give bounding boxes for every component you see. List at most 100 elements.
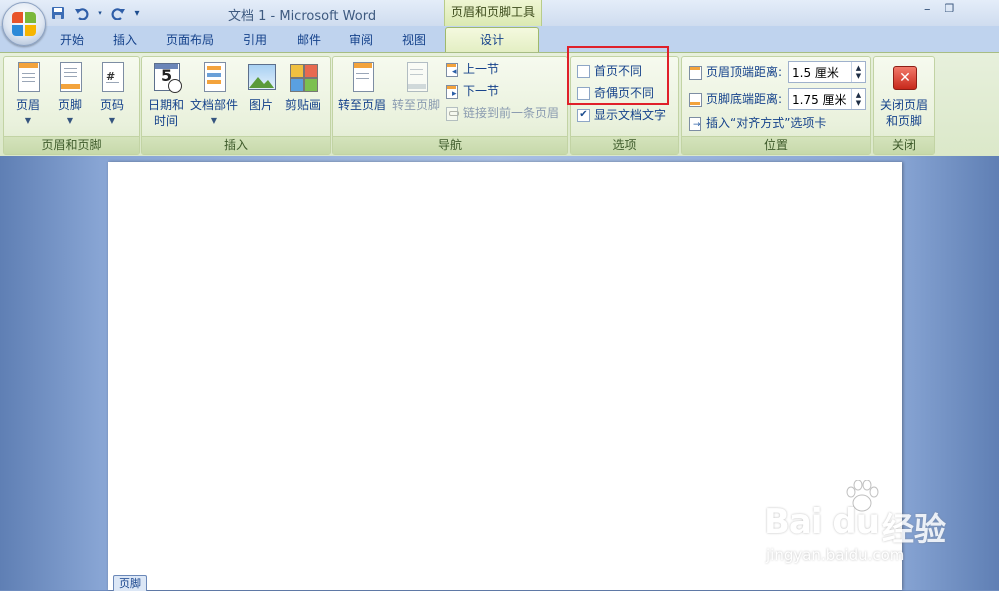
tab-page-layout[interactable]: 页面布局 xyxy=(159,29,221,51)
baidu-watermark: Bai du 经验 jingyan.baidu.com xyxy=(764,480,996,570)
header-button[interactable]: 页眉 ▼ xyxy=(8,61,48,129)
footer-dropdown-icon: ▼ xyxy=(66,116,74,125)
spinner-arrows-icon[interactable]: ▲ ▼ xyxy=(851,89,865,109)
tab-home[interactable]: 开始 xyxy=(51,29,93,51)
close-icon: ✕ xyxy=(889,61,919,93)
page-number-button[interactable]: # 页码 ▼ xyxy=(92,61,132,129)
calendar-clock-icon: 5 xyxy=(151,61,182,93)
footer-from-bottom-spinner[interactable]: 1.75 厘米 ▲ ▼ xyxy=(788,88,866,110)
group-label-options: 选项 xyxy=(571,136,678,154)
picture-icon xyxy=(246,61,276,93)
previous-section-label: 上一节 xyxy=(463,62,500,76)
header-from-top-value[interactable]: 1.5 厘米 xyxy=(792,64,839,81)
insert-alignment-tab-button[interactable]: → 插入“对齐方式”选项卡 xyxy=(688,113,826,133)
date-time-button[interactable]: 5 日期和 时间 xyxy=(144,61,188,129)
picture-button[interactable]: 图片 xyxy=(242,61,280,113)
group-label-header-footer: 页眉和页脚 xyxy=(4,136,139,154)
link-to-previous-label: 链接到前一条页眉 xyxy=(463,106,560,120)
next-section-label: 下一节 xyxy=(463,84,500,98)
footer-from-bottom-label: 页脚底端距离: xyxy=(706,92,783,106)
quick-parts-label: 文档部件 xyxy=(189,98,238,112)
quick-access-toolbar: ▾ ▾ xyxy=(48,3,142,23)
footer-position-icon xyxy=(688,92,702,107)
next-section-icon: ▸ xyxy=(445,84,459,99)
header-from-top-spinner[interactable]: 1.5 厘米 ▲ ▼ xyxy=(788,61,866,83)
watermark-cn: 经验 xyxy=(882,510,947,548)
page-number-label: 页码 xyxy=(99,98,124,112)
page-number-icon: # xyxy=(97,61,127,93)
quick-parts-icon xyxy=(199,61,229,93)
close-header-footer-label-1: 关闭页眉 xyxy=(879,98,928,112)
restore-icon[interactable]: ❐ xyxy=(945,2,955,17)
picture-label: 图片 xyxy=(248,98,273,112)
customize-qat-icon[interactable]: ▾ xyxy=(132,4,142,22)
show-document-text-checkbox[interactable]: ✔ 显示文档文字 xyxy=(577,105,666,125)
previous-section-icon: ◂ xyxy=(445,62,459,77)
footer-position-row: 页脚底端距离: xyxy=(688,89,782,109)
next-section-button[interactable]: ▸ 下一节 xyxy=(445,81,499,101)
goto-footer-icon xyxy=(401,61,431,93)
clip-art-button[interactable]: 剪贴画 xyxy=(280,61,326,113)
show-document-text-label: 显示文档文字 xyxy=(594,108,667,122)
footer-tag: 页脚 xyxy=(113,575,147,591)
ribbon: 页眉 ▼ 页脚 ▼ # 页码 ▼ 页眉和页脚 5 日期和 时间 文档部件 ▼ 图… xyxy=(0,52,999,157)
ribbon-tabs: 开始 插入 页面布局 引用 邮件 审阅 视图 设计 xyxy=(0,26,999,53)
group-navigation: 转至页眉 转至页脚 ◂ 上一节 ▸ 下一节 链接到前一条页眉 导航 xyxy=(332,56,568,155)
redo-icon[interactable] xyxy=(108,4,128,22)
quick-parts-button[interactable]: 文档部件 ▼ xyxy=(188,61,240,129)
tab-design[interactable]: 设计 xyxy=(445,27,539,53)
office-button[interactable] xyxy=(2,2,46,46)
header-label: 页眉 xyxy=(15,98,40,112)
goto-header-button[interactable]: 转至页眉 xyxy=(335,61,389,113)
show-document-text-box[interactable]: ✔ xyxy=(577,108,590,122)
group-label-close: 关闭 xyxy=(874,136,934,154)
group-insert: 5 日期和 时间 文档部件 ▼ 图片 剪贴画 插入 xyxy=(141,56,331,155)
group-label-navigation: 导航 xyxy=(333,136,567,154)
header-icon xyxy=(13,61,43,93)
spinner-arrows-icon[interactable]: ▲ ▼ xyxy=(851,62,865,82)
date-time-label-1: 日期和 xyxy=(147,98,184,112)
watermark-url: jingyan.baidu.com xyxy=(766,546,905,564)
window-controls: – ❐ xyxy=(924,2,954,17)
goto-header-label: 转至页眉 xyxy=(337,98,386,112)
close-header-footer-label-2: 和页脚 xyxy=(885,114,922,128)
undo-dropdown-icon[interactable]: ▾ xyxy=(96,4,104,22)
clip-art-icon xyxy=(288,61,318,93)
link-to-previous-button[interactable]: 链接到前一条页眉 xyxy=(445,103,559,123)
tab-insert[interactable]: 插入 xyxy=(104,29,146,51)
tab-references[interactable]: 引用 xyxy=(234,29,276,51)
tab-view[interactable]: 视图 xyxy=(393,29,435,51)
group-close: ✕ 关闭页眉 和页脚 关闭 xyxy=(873,56,935,155)
goto-header-icon xyxy=(347,61,377,93)
footer-label: 页脚 xyxy=(57,98,82,112)
group-label-position: 位置 xyxy=(682,136,870,154)
minimize-icon[interactable]: – xyxy=(924,2,931,17)
quick-parts-dropdown-icon: ▼ xyxy=(210,116,218,125)
page-number-dropdown-icon: ▼ xyxy=(108,116,116,125)
group-header-footer: 页眉 ▼ 页脚 ▼ # 页码 ▼ 页眉和页脚 xyxy=(3,56,140,155)
goto-footer-button[interactable]: 转至页脚 xyxy=(389,61,443,113)
office-logo-icon xyxy=(12,12,36,36)
header-dropdown-icon: ▼ xyxy=(24,116,32,125)
previous-section-button[interactable]: ◂ 上一节 xyxy=(445,59,499,79)
close-header-footer-button[interactable]: ✕ 关闭页眉 和页脚 xyxy=(876,61,932,129)
tab-mailings[interactable]: 邮件 xyxy=(288,29,330,51)
context-tab-title: 页眉和页脚工具 xyxy=(444,0,542,26)
header-position-row: 页眉顶端距离: xyxy=(688,62,782,82)
footer-button[interactable]: 页脚 ▼ xyxy=(50,61,90,129)
footer-icon xyxy=(55,61,85,93)
highlight-box xyxy=(567,46,669,105)
tab-review[interactable]: 审阅 xyxy=(340,29,382,51)
watermark-brand: Bai du xyxy=(764,502,880,542)
goto-footer-label: 转至页脚 xyxy=(391,98,440,112)
header-position-icon xyxy=(688,65,702,80)
insert-alignment-tab-label: 插入“对齐方式”选项卡 xyxy=(706,116,827,130)
group-position: 页眉顶端距离: 1.5 厘米 ▲ ▼ 页脚底端距离: 1.75 厘米 ▲ ▼ → 插… xyxy=(681,56,871,155)
footer-from-bottom-value[interactable]: 1.75 厘米 xyxy=(792,91,847,108)
link-icon xyxy=(445,106,459,121)
clip-art-label: 剪贴画 xyxy=(284,98,321,112)
group-label-insert: 插入 xyxy=(142,136,330,154)
header-from-top-label: 页眉顶端距离: xyxy=(706,65,783,79)
save-icon[interactable] xyxy=(48,4,68,22)
undo-icon[interactable] xyxy=(72,4,92,22)
